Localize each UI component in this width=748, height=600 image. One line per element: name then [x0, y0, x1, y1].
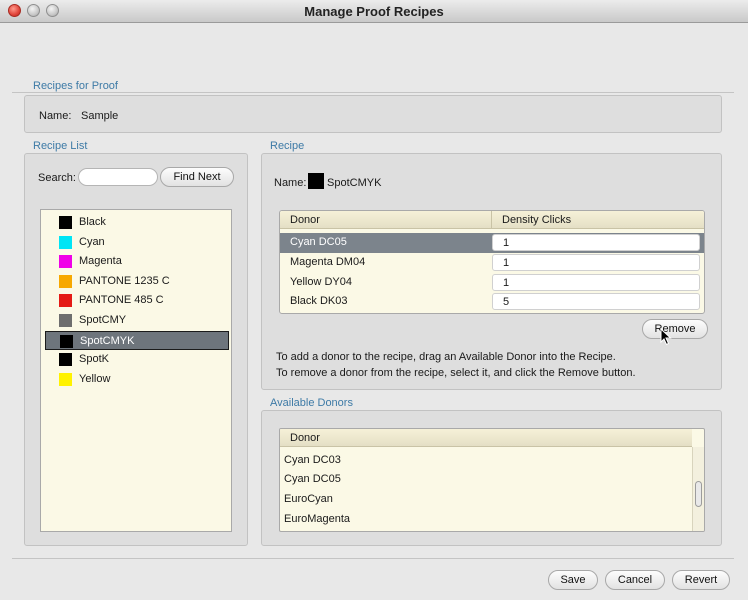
recipe-item-label: SpotK: [79, 353, 109, 365]
recipe-list-heading: Recipe List: [33, 140, 88, 152]
footer-divider: [12, 558, 734, 559]
recipe-list-item[interactable]: PANTONE 485 C: [45, 291, 229, 310]
recipe-item-label: Yellow: [79, 373, 111, 385]
color-swatch: [59, 236, 72, 249]
save-button[interactable]: Save: [548, 570, 598, 590]
manage-proof-recipes-window: Manage Proof Recipes Recipes for Proof N…: [0, 0, 748, 600]
search-input[interactable]: [78, 168, 158, 186]
window-title: Manage Proof Recipes: [304, 4, 444, 19]
recipe-list-item-selected[interactable]: SpotCMYK: [45, 331, 229, 350]
hint-add-donor: To add a donor to the recipe, drag an Av…: [276, 351, 616, 363]
available-donor-label: Cyan DC03: [284, 454, 341, 466]
recipe-item-label: Magenta: [79, 255, 122, 267]
color-swatch: [59, 353, 72, 366]
density-clicks-cell[interactable]: 5: [492, 293, 700, 310]
cancel-button[interactable]: Cancel: [605, 570, 665, 590]
table-row[interactable]: Yellow DY04 1: [280, 273, 704, 293]
recipe-list-item[interactable]: Black: [45, 213, 229, 232]
recipe-donor-table[interactable]: Donor Density Clicks Cyan DC05 1 Magenta…: [279, 210, 705, 314]
table-row[interactable]: Black DK03 5: [280, 292, 704, 312]
title-bar[interactable]: Manage Proof Recipes: [0, 0, 748, 23]
available-donors-scrollbar[interactable]: [692, 447, 704, 531]
recipe-name-label: Name:: [274, 177, 307, 189]
available-donors-list[interactable]: Donor Cyan DC03 Cyan DC05 EuroCyan EuroM…: [279, 428, 705, 532]
recipe-item-label: PANTONE 485 C: [79, 294, 164, 306]
scrollbar-thumb[interactable]: [695, 481, 702, 507]
donor-cell: Magenta DM04: [290, 256, 366, 268]
recipe-list-item[interactable]: SpotK: [45, 350, 229, 369]
recipe-heading: Recipe: [270, 140, 305, 152]
recipe-item-label: Cyan: [79, 236, 105, 248]
color-swatch: [59, 216, 72, 229]
recipe-list-item[interactable]: Yellow: [45, 370, 229, 389]
available-donor-item[interactable]: Cyan DC05: [282, 470, 692, 490]
find-next-button[interactable]: Find Next: [160, 167, 234, 187]
donor-cell: Black DK03: [290, 295, 348, 307]
recipes-for-proof-heading: Recipes for Proof: [33, 80, 118, 92]
recipe-item-label: PANTONE 1235 C: [79, 275, 170, 287]
recipe-name-value: SpotCMYK: [327, 177, 382, 189]
revert-button[interactable]: Revert: [672, 570, 730, 590]
recipe-item-label: Black: [79, 216, 106, 228]
density-clicks-cell[interactable]: 1: [492, 274, 700, 291]
recipe-color-swatch: [308, 173, 324, 189]
hint-remove-donor: To remove a donor from the recipe, selec…: [276, 367, 636, 379]
recipe-list[interactable]: Black Cyan Magenta PANTONE 1235 C PANTON…: [40, 209, 232, 532]
available-donor-label: Cyan DC05: [284, 473, 341, 485]
search-label: Search:: [38, 172, 76, 184]
available-donor-label: EuroCyan: [284, 493, 333, 505]
color-swatch: [59, 255, 72, 268]
donor-cell: Cyan DC05: [290, 236, 347, 248]
recipe-item-label: SpotCMY: [79, 314, 127, 326]
available-donor-item[interactable]: Cyan DC03: [282, 451, 692, 471]
color-swatch: [59, 373, 72, 386]
available-donor-column-header[interactable]: Donor: [280, 429, 692, 447]
recipe-list-item[interactable]: SpotCMY: [45, 311, 229, 330]
donor-column-header[interactable]: Donor: [280, 211, 492, 229]
available-donors-heading: Available Donors: [270, 397, 353, 409]
density-clicks-cell[interactable]: 1: [492, 234, 700, 251]
available-donor-label: EuroMagenta: [284, 513, 351, 525]
color-swatch: [60, 335, 73, 348]
recipes-for-proof-panel: Name: Sample: [24, 95, 722, 133]
group-divider: [12, 92, 734, 93]
color-swatch: [59, 294, 72, 307]
donor-cell: Yellow DY04: [290, 276, 352, 288]
density-clicks-cell[interactable]: 1: [492, 254, 700, 271]
proof-name-value: Sample: [81, 110, 119, 122]
available-donor-item[interactable]: EuroCyan: [282, 490, 692, 510]
color-swatch: [59, 275, 72, 288]
color-swatch: [59, 314, 72, 327]
proof-name-label: Name:: [39, 110, 72, 122]
remove-button[interactable]: Remove: [642, 319, 708, 339]
recipe-list-item[interactable]: PANTONE 1235 C: [45, 272, 229, 291]
mouse-cursor-icon: [660, 328, 672, 346]
table-row-selected[interactable]: Cyan DC05 1: [280, 233, 704, 253]
recipe-list-item[interactable]: Magenta: [45, 252, 229, 271]
recipe-item-label: SpotCMYK: [80, 335, 135, 347]
recipe-list-item[interactable]: Cyan: [45, 233, 229, 252]
density-clicks-column-header[interactable]: Density Clicks: [492, 211, 704, 229]
available-donor-item[interactable]: EuroMagenta: [282, 510, 692, 530]
table-row[interactable]: Magenta DM04 1: [280, 253, 704, 273]
